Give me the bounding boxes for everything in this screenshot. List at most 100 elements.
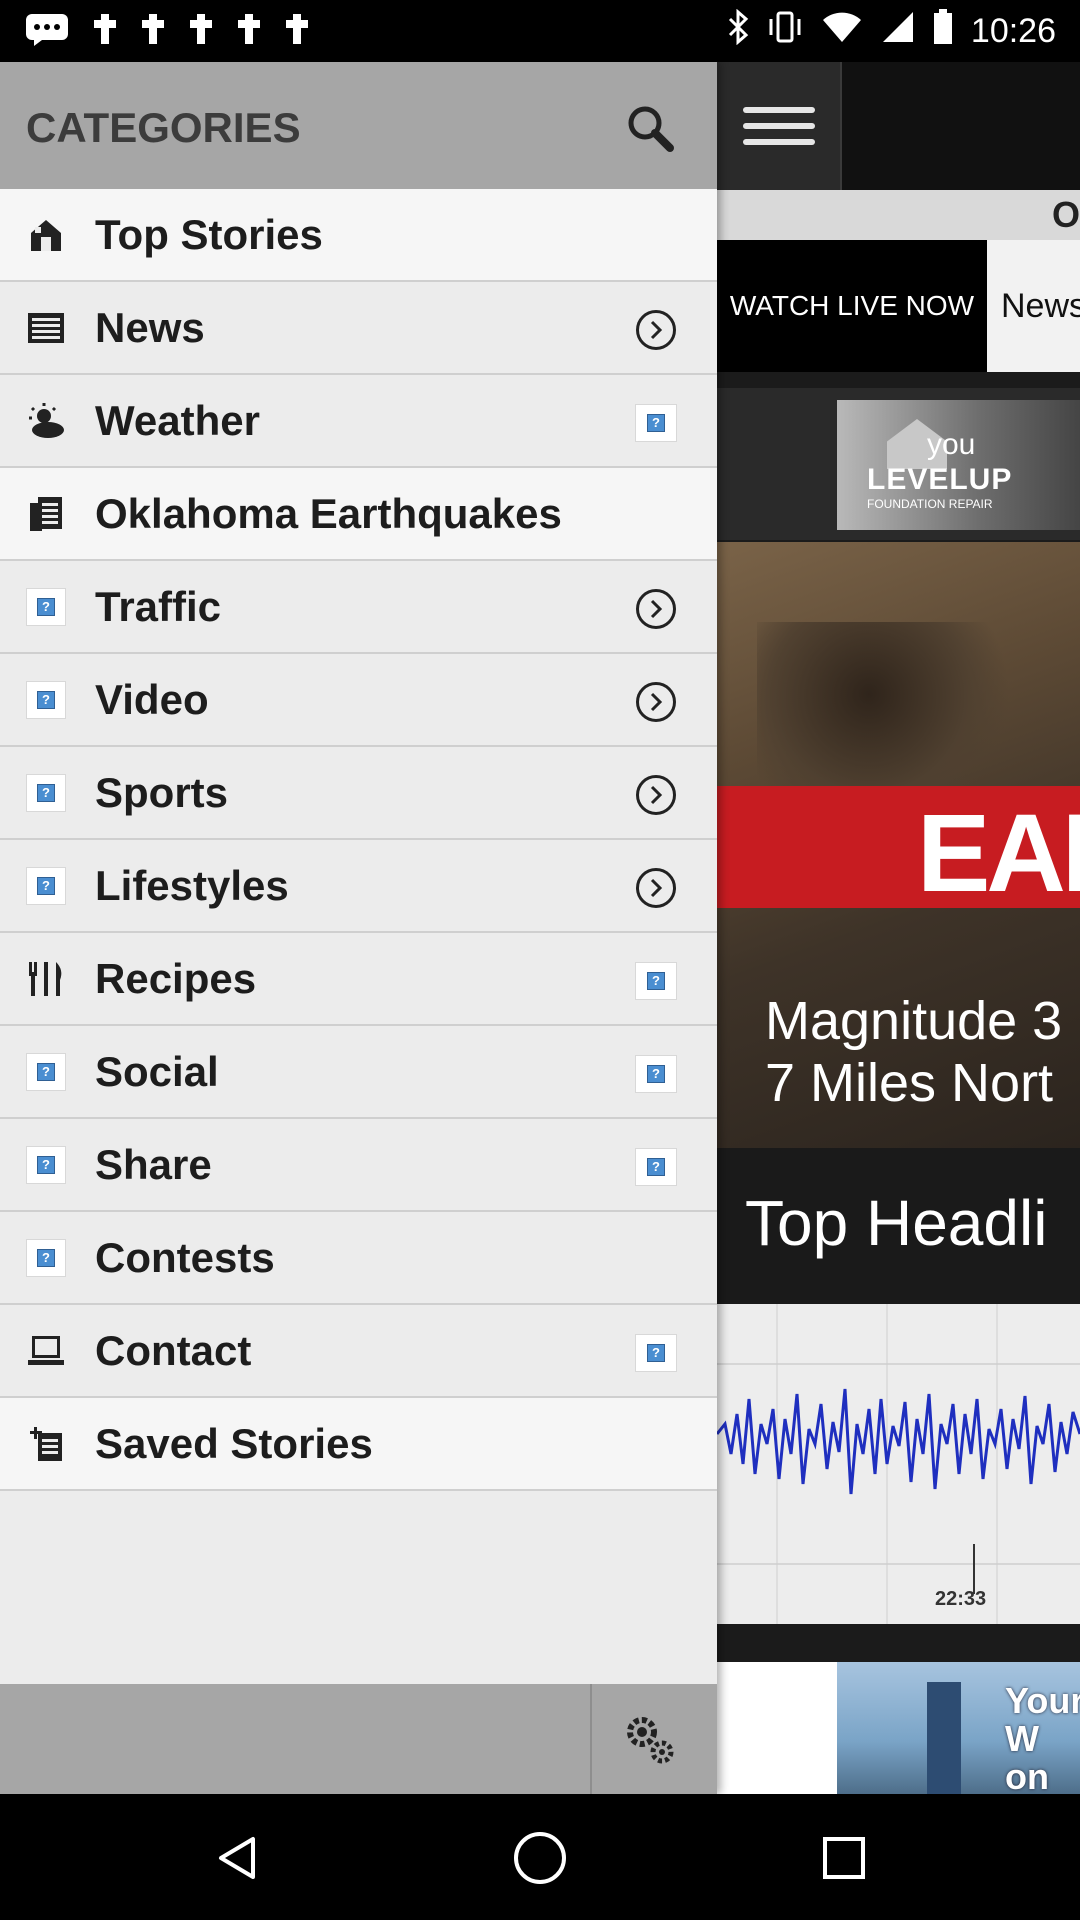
category-label: Recipes: [95, 955, 257, 1002]
hero-caption-line2: 7 Miles Nort: [765, 1053, 1054, 1113]
category-item-oklahoma-earthquakes[interactable]: Oklahoma Earthquakes: [0, 468, 717, 561]
expand-button[interactable]: [634, 773, 678, 817]
expand-button[interactable]: [634, 308, 678, 352]
drawer-header: CATEGORIES: [0, 62, 717, 189]
ad-image: LEVELUP FOUNDATION REPAIR: [837, 400, 1080, 530]
expand-button[interactable]: [634, 587, 678, 631]
category-item-lifestyles[interactable]: ? Lifestyles: [0, 840, 717, 933]
tower-image: [927, 1682, 961, 1794]
battery-icon: [933, 8, 953, 54]
category-action[interactable]: ?: [634, 401, 678, 445]
watch-live-button[interactable]: WATCH LIVE NOW: [717, 240, 987, 372]
drawer-footer: [0, 1684, 717, 1794]
category-item-sports[interactable]: ? Sports: [0, 747, 717, 840]
document-icon: [26, 494, 66, 534]
category-action[interactable]: ?: [634, 959, 678, 1003]
category-item-traffic[interactable]: ? Traffic: [0, 561, 717, 654]
weather-sun-cloud-icon: [26, 401, 66, 441]
notification-flag-icon: [188, 12, 214, 51]
gears-icon: [627, 1717, 674, 1764]
category-label: Video: [95, 676, 209, 723]
home-button[interactable]: [512, 1830, 568, 1886]
category-action[interactable]: ?: [634, 1052, 678, 1096]
ad-bottom-line1: Your W: [1005, 1680, 1080, 1759]
chat-bubble-icon: [24, 12, 70, 51]
category-action[interactable]: ?: [634, 1331, 678, 1375]
hamburger-menu-button[interactable]: [717, 62, 842, 190]
ad-banner-bottom[interactable]: Your W on Ok: [717, 1662, 1080, 1794]
chevron-right-icon: [636, 682, 676, 722]
section-title: Top Headli: [745, 1187, 1048, 1259]
hero-story[interactable]: EAR Magnitude 3 7 Miles Nort: [717, 542, 1080, 1148]
category-label: Lifestyles: [95, 862, 289, 909]
navigation-bar: [0, 1794, 1080, 1920]
home-circle-icon: [514, 1832, 566, 1884]
category-action[interactable]: ?: [634, 1145, 678, 1189]
category-item-top-stories[interactable]: Top Stories: [0, 189, 717, 282]
news-tab[interactable]: News: [987, 240, 1080, 372]
category-item-contact[interactable]: Contact?: [0, 1305, 717, 1398]
seismo-time: 22:33: [935, 1588, 987, 1610]
placeholder-image-icon: ?: [26, 1052, 66, 1092]
category-label: Oklahoma Earthquakes: [95, 490, 562, 537]
categories-drawer: CATEGORIES Top Stories News Weather? Oklaho…: [0, 62, 717, 1794]
placeholder-image-icon: ?: [635, 1055, 677, 1093]
bluetooth-icon: [727, 8, 749, 54]
seismograph-image: [717, 1304, 1080, 1624]
placeholder-image-icon: ?: [26, 680, 66, 720]
placeholder-image-icon: ?: [635, 404, 677, 442]
category-label: Weather: [95, 397, 260, 444]
chevron-right-icon: [636, 775, 676, 815]
category-item-weather[interactable]: Weather?: [0, 375, 717, 468]
fork-knife-icon: [26, 959, 66, 999]
category-label: Top Stories: [95, 211, 323, 258]
chevron-right-icon: [636, 589, 676, 629]
hero-banner-text: EAR: [917, 792, 1080, 915]
category-item-saved-stories[interactable]: Saved Stories: [0, 1398, 717, 1491]
saved-document-icon: [26, 1424, 66, 1464]
notification-flag-icon: [92, 12, 118, 51]
settings-button[interactable]: [620, 1710, 680, 1770]
back-button[interactable]: [210, 1830, 266, 1886]
status-bar: 10:26: [0, 0, 1080, 62]
recents-button[interactable]: [816, 1830, 872, 1886]
category-item-video[interactable]: ? Video: [0, 654, 717, 747]
status-left-icons: [24, 12, 310, 51]
category-item-news[interactable]: News: [0, 282, 717, 375]
hero-banner: EAR: [717, 786, 1080, 915]
placeholder-image-icon: ?: [26, 1145, 66, 1185]
vibrate-icon: [767, 9, 803, 54]
drawer-title: CATEGORIES: [26, 104, 301, 151]
expand-button[interactable]: [634, 866, 678, 910]
ad-bottom-image: Your W on Ok: [837, 1662, 1080, 1794]
category-label: Contact: [95, 1327, 252, 1374]
ad-bottom-line2: on Ok: [1005, 1756, 1049, 1795]
signal-icon: [881, 10, 915, 53]
category-item-contests[interactable]: ? Contests: [0, 1212, 717, 1305]
notification-flag-icon: [140, 12, 166, 51]
category-item-social[interactable]: ? Social?: [0, 1026, 717, 1119]
category-label: Saved Stories: [95, 1420, 373, 1467]
category-item-recipes[interactable]: Recipes?: [0, 933, 717, 1026]
footer-divider: [590, 1684, 592, 1794]
story-thumbnail[interactable]: 22:33: [717, 1304, 1080, 1624]
placeholder-image-icon: ?: [26, 866, 66, 906]
category-label: Share: [95, 1141, 212, 1188]
category-item-share[interactable]: ? Share?: [0, 1119, 717, 1212]
placeholder-image-icon: ?: [635, 1148, 677, 1186]
recents-square-icon: [823, 1837, 865, 1879]
ad-banner-top[interactable]: LEVELUP FOUNDATION REPAIR you: [717, 388, 1080, 540]
placeholder-image-icon: ?: [26, 773, 66, 813]
status-right-icons: 10:26: [727, 8, 1056, 54]
placeholder-image-icon: ?: [635, 1334, 677, 1372]
status-time: 10:26: [970, 11, 1056, 50]
placeholder-image-icon: ?: [635, 962, 677, 1000]
category-label: Contests: [95, 1234, 275, 1281]
category-label: Social: [95, 1048, 219, 1095]
home-icon: [26, 215, 66, 255]
back-triangle-icon: [219, 1837, 255, 1879]
wifi-icon: [821, 10, 863, 53]
search-button[interactable]: [620, 98, 680, 158]
ad-side-text: you: [927, 428, 976, 461]
expand-button[interactable]: [634, 680, 678, 724]
